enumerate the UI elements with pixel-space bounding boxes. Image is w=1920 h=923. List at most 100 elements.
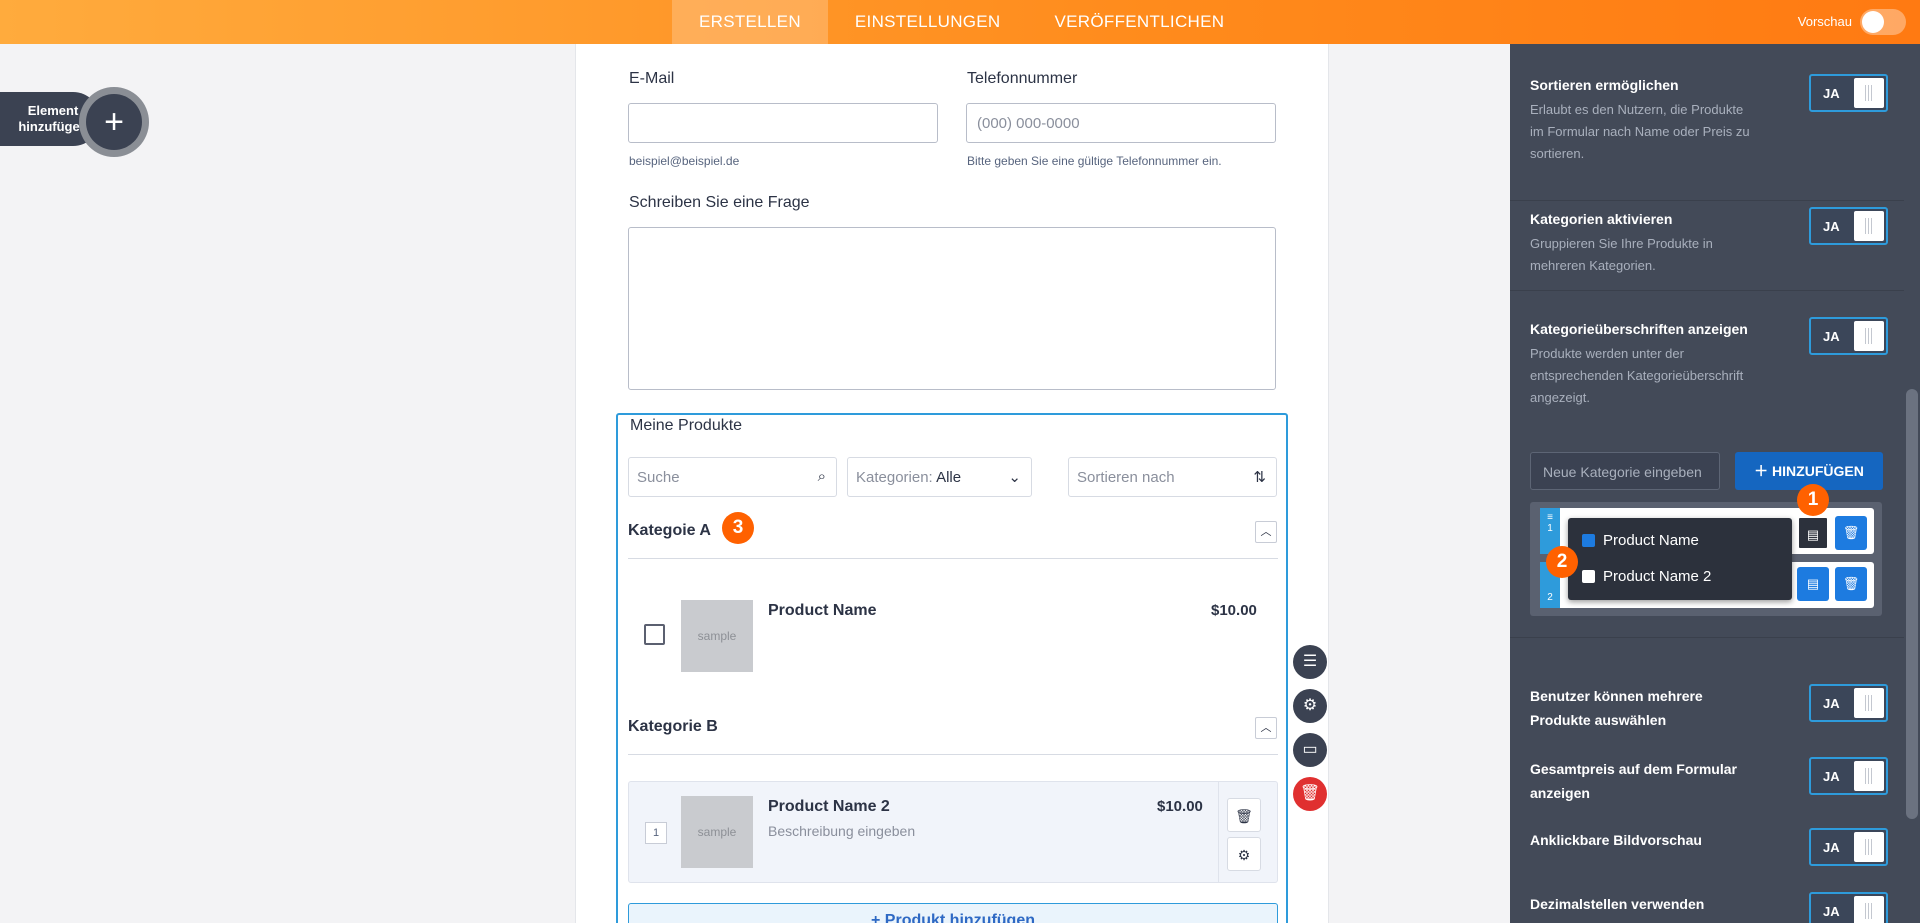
tab-einstellungen[interactable]: EINSTELLUNGEN <box>828 0 1028 44</box>
tab-erstellen[interactable]: ERSTELLEN <box>672 0 828 44</box>
product-assign-dropdown: Product Name Product Name 2 <box>1568 518 1792 600</box>
toggle-decimals[interactable]: JA <box>1809 892 1888 923</box>
preview-toggle[interactable] <box>1860 9 1906 35</box>
setting-total-price-title: Gesamtpreis auf dem Formular anzeigen <box>1530 761 1737 801</box>
setting-category-headings-desc: Produkte werden unter der entsprechenden… <box>1530 346 1744 405</box>
toggle-categories-label: JA <box>1823 219 1840 234</box>
phone-field[interactable]: (000) 000-0000 <box>966 103 1276 143</box>
email-label: E-Mail <box>629 70 675 87</box>
category-b-divider <box>628 754 1278 755</box>
add-category-label: HINZUFÜGEN <box>1772 463 1864 479</box>
gear-icon[interactable]: ⚙ <box>1293 689 1327 723</box>
toggle-multiple-products-label: JA <box>1823 696 1840 711</box>
toggle-categories[interactable]: JA <box>1809 207 1888 245</box>
product-b-row[interactable]: 1 sample Product Name 2 Beschreibung ein… <box>628 781 1278 883</box>
delete-product-b-button[interactable]: 🗑 <box>1227 798 1261 832</box>
drag-handle-icon: ≡ <box>1547 512 1553 523</box>
product-search-input[interactable]: Suche ⌕ <box>628 457 837 497</box>
toggle-multiple-products-knob <box>1854 688 1884 718</box>
category-a-title: Kategoie A <box>628 522 711 539</box>
top-bar: ERSTELLEN EINSTELLUNGEN VERÖFFENTLICHEN … <box>0 0 1920 44</box>
dropdown-item-product-2[interactable]: Product Name 2 <box>1582 568 1711 585</box>
toggle-category-headings-label: JA <box>1823 329 1840 344</box>
toggle-sort-label: JA <box>1823 86 1840 101</box>
add-element-label-line2: hinzufügen <box>18 119 88 134</box>
add-element-button[interactable]: + <box>79 87 149 157</box>
question-textarea[interactable] <box>628 227 1276 390</box>
toggle-image-preview-label: JA <box>1823 840 1840 855</box>
toggle-category-headings[interactable]: JA <box>1809 317 1888 355</box>
dropdown-item-product-1[interactable]: Product Name <box>1582 532 1699 549</box>
products-element[interactable]: Meine Produkte Suche ⌕ Kategorien: Alle … <box>616 413 1288 923</box>
phone-label: Telefonnummer <box>967 70 1078 87</box>
toggle-sort[interactable]: JA <box>1809 74 1888 112</box>
product-a-name: Product Name <box>768 602 877 619</box>
delete-category-button[interactable]: 🗑 <box>1835 567 1867 601</box>
products-title: Meine Produkte <box>630 417 743 434</box>
product-b-price: $10.00 <box>1157 798 1203 815</box>
assign-products-button[interactable]: ▤ <box>1797 567 1829 601</box>
search-icon: ⌕ <box>817 468 826 485</box>
category-row-index: 1 <box>1547 523 1553 534</box>
setting-categories-desc: Gruppieren Sie Ihre Produkte in mehreren… <box>1530 236 1713 273</box>
toggle-category-headings-knob <box>1854 321 1884 351</box>
payment-card-icon[interactable]: ▭ <box>1293 733 1327 767</box>
toggle-decimals-knob <box>1854 896 1884 923</box>
toggle-multiple-products[interactable]: JA <box>1809 684 1888 722</box>
product-b-quantity[interactable]: 1 <box>645 822 667 844</box>
setting-multiple-products-title: Benutzer können mehrere Produkte auswähl… <box>1530 688 1703 728</box>
toggle-total-price[interactable]: JA <box>1809 757 1888 795</box>
category-select-value: Alle <box>936 469 962 486</box>
panel-scrollbar[interactable] <box>1906 389 1918 819</box>
list-icon[interactable]: ☰ <box>1293 645 1327 679</box>
trash-icon[interactable]: 🗑 <box>1293 777 1327 811</box>
product-b-settings-button[interactable]: ⚙ <box>1227 837 1261 871</box>
product-a-checkbox[interactable] <box>644 624 665 645</box>
toggle-sort-knob <box>1854 78 1884 108</box>
email-field[interactable] <box>628 103 938 143</box>
product-b-description[interactable]: Beschreibung eingeben <box>768 823 915 839</box>
panel-divider <box>1510 200 1904 201</box>
step-badge-2: 2 <box>1546 546 1578 578</box>
plus-icon: ＋ <box>1754 463 1769 479</box>
category-select-label: Kategorien: <box>856 469 933 486</box>
category-select-text: Kategorien: Alle <box>856 469 961 486</box>
category-row-index: 2 <box>1547 592 1553 603</box>
product-b-name: Product Name 2 <box>768 798 890 815</box>
category-b-title: Kategorie B <box>628 718 718 735</box>
panel-divider <box>1510 290 1904 291</box>
delete-category-button[interactable]: 🗑 <box>1835 516 1867 550</box>
category-select[interactable]: Kategorien: Alle ⌄ <box>847 457 1032 497</box>
toggle-image-preview[interactable]: JA <box>1809 828 1888 866</box>
add-product-button[interactable]: + Produkt hinzufügen <box>628 903 1278 923</box>
category-a-divider <box>628 558 1278 559</box>
toggle-image-preview-knob <box>1854 832 1884 862</box>
add-element-label-line1: Element <box>27 103 79 118</box>
assign-products-button[interactable]: ▤ <box>1797 516 1829 550</box>
question-label: Schreiben Sie eine Frage <box>629 194 810 211</box>
add-element-label: Element hinzufügen <box>18 103 88 135</box>
toggle-categories-knob <box>1854 211 1884 241</box>
sort-icon: ⇅ <box>1253 469 1266 486</box>
sort-placeholder: Sortieren nach <box>1077 469 1175 486</box>
tab-veroeffentlichen[interactable]: VERÖFFENTLICHEN <box>1028 0 1252 44</box>
collapse-category-b-button[interactable]: ︿ <box>1255 717 1277 739</box>
panel-divider <box>1510 637 1904 638</box>
toggle-decimals-label: JA <box>1823 904 1840 919</box>
email-hint: beispiel@beispiel.de <box>629 154 740 168</box>
product-a-image: sample <box>681 600 753 672</box>
toggle-total-price-knob <box>1854 761 1884 791</box>
dropdown-item-label: Product Name 2 <box>1603 568 1712 585</box>
product-a-price: $10.00 <box>1211 602 1257 619</box>
top-navigation: ERSTELLEN EINSTELLUNGEN VERÖFFENTLICHEN <box>672 0 1251 44</box>
toggle-total-price-label: JA <box>1823 769 1840 784</box>
sort-select[interactable]: Sortieren nach ⇅ <box>1068 457 1277 497</box>
collapse-category-a-button[interactable]: ︿ <box>1255 521 1277 543</box>
product-b-image: sample <box>681 796 753 868</box>
new-category-input[interactable]: Neue Kategorie eingeben <box>1530 452 1720 490</box>
dropdown-checkbox-checked[interactable] <box>1582 534 1595 547</box>
chevron-down-icon: ⌄ <box>1008 469 1021 486</box>
setting-sort-desc: Erlaubt es den Nutzern, die Produkte im … <box>1530 102 1750 161</box>
step-badge-3: 3 <box>722 512 754 544</box>
dropdown-checkbox-unchecked[interactable] <box>1582 570 1595 583</box>
